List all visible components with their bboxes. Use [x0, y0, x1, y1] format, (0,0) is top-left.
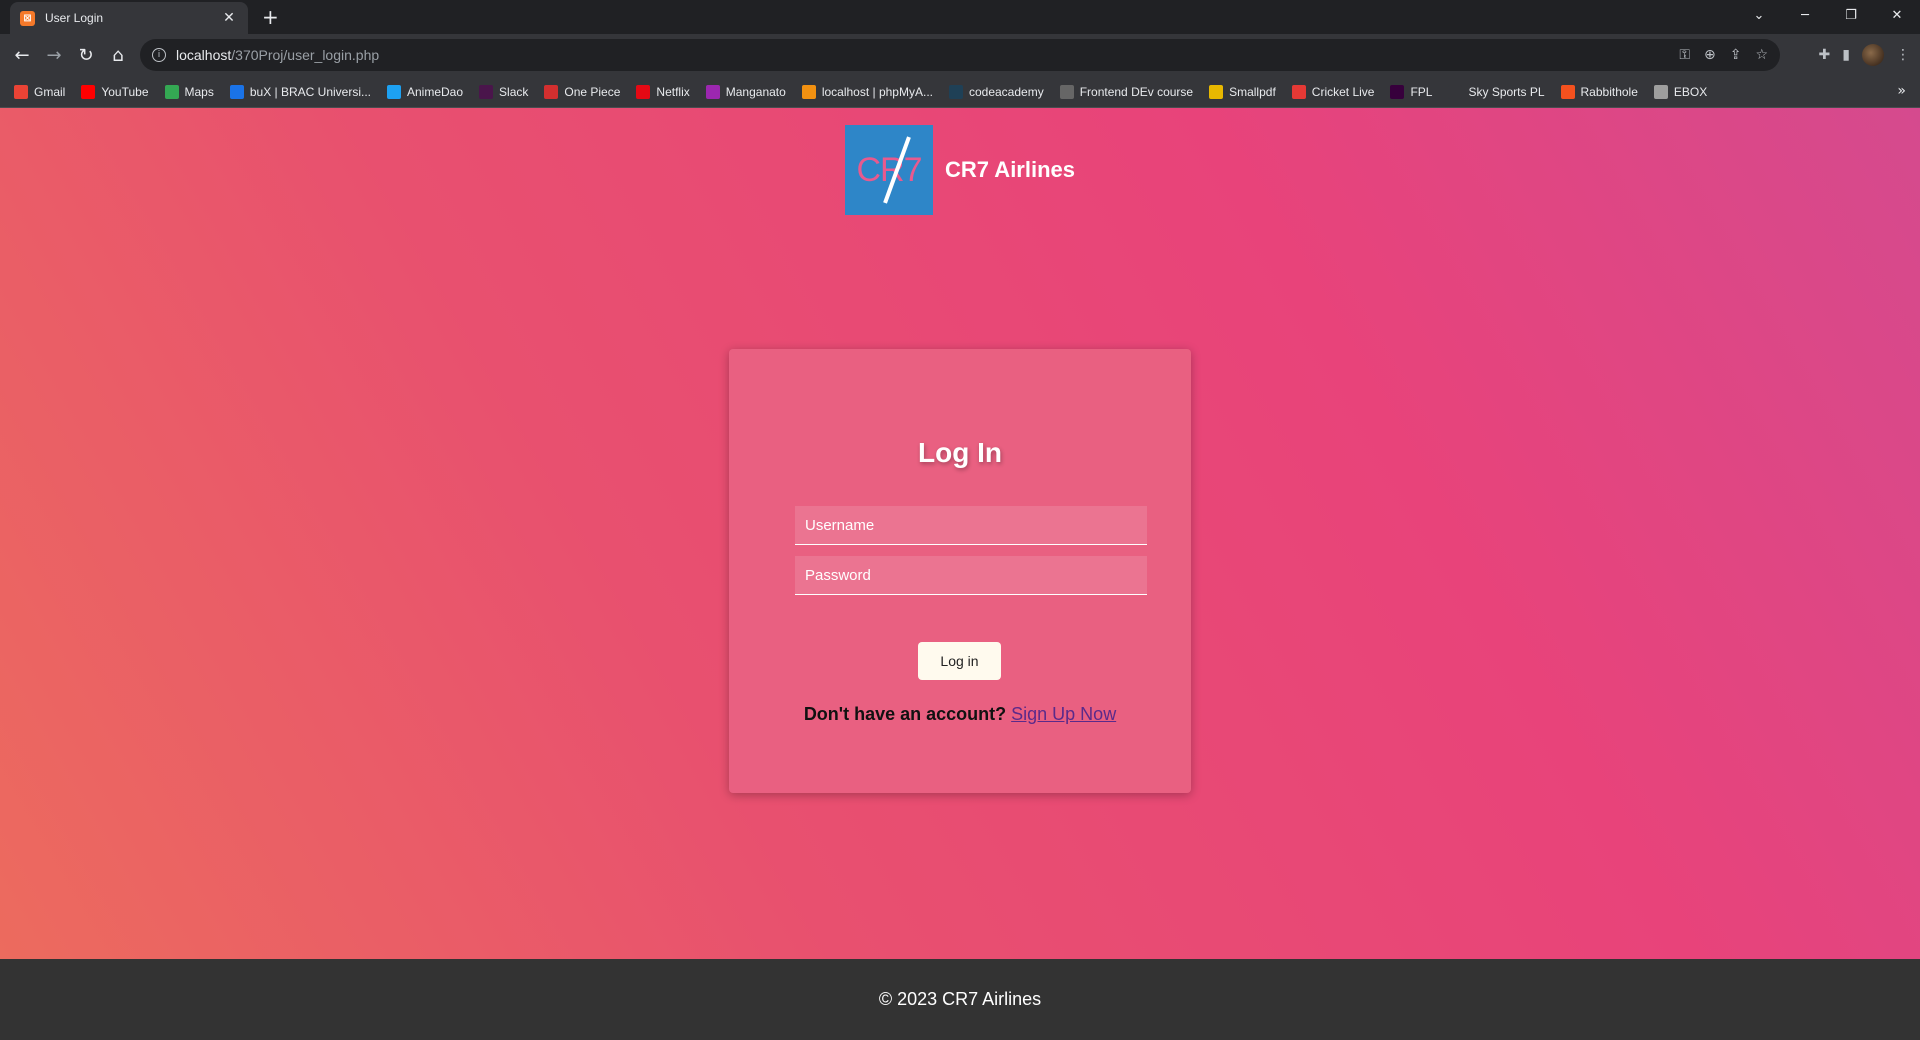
new-tab-button[interactable]: + — [262, 5, 279, 29]
tab-strip: ⊠ User Login ✕ + ⌄ ─ ❐ ✕ — [0, 0, 1920, 34]
bookmark-favicon-icon — [1560, 84, 1575, 99]
bookmark-label: Rabbithole — [1580, 84, 1638, 99]
bookmark-item[interactable]: Maps — [164, 84, 214, 99]
bookmark-favicon-icon — [1059, 84, 1074, 99]
bookmark-item[interactable]: Rabbithole — [1560, 84, 1638, 99]
browser-toolbar: ← → ↻ ⌂ i localhost /370Proj/user_login.… — [0, 34, 1920, 76]
bookmark-favicon-icon — [801, 84, 816, 99]
key-icon[interactable]: ⚿ — [1679, 47, 1690, 63]
brand-name: CR7 Airlines — [945, 157, 1076, 182]
bookmark-item[interactable]: YouTube — [81, 84, 149, 99]
zoom-icon[interactable]: ⊕ — [1704, 47, 1716, 63]
bookmark-label: AnimeDao — [407, 84, 464, 99]
signup-question: Don't have an account? — [803, 704, 1007, 724]
bookmark-item[interactable]: Netflix — [636, 84, 690, 99]
bookmark-favicon-icon — [1390, 84, 1405, 99]
login-button[interactable]: Log in — [918, 642, 1001, 680]
bookmark-label: EBOX — [1673, 84, 1708, 99]
footer-copyright: © 2023 CR7 Airlines — [878, 989, 1042, 1009]
tab-search-icon[interactable]: ⌄ — [1736, 0, 1782, 30]
bookmark-item[interactable]: codeacademy — [948, 84, 1044, 99]
bookmark-favicon-icon — [636, 84, 651, 99]
bookmark-label: codeacademy — [968, 84, 1044, 99]
bookmark-favicon-icon — [544, 84, 559, 99]
bookmark-label: Gmail — [34, 84, 66, 99]
bookmark-label: localhost | phpMyA... — [821, 84, 933, 99]
bookmark-item[interactable]: Manganato — [705, 84, 786, 99]
bookmark-label: Smallpdf — [1229, 84, 1276, 99]
bookmarks-bar: Gmail YouTube Maps buX | BRAC Universi... An… — [0, 76, 1920, 108]
window-controls: ⌄ ─ ❐ ✕ — [1736, 0, 1920, 30]
bookmark-label: Netflix — [656, 84, 690, 99]
forward-icon[interactable]: → — [38, 39, 70, 71]
bookmark-label: Manganato — [725, 84, 786, 99]
back-icon[interactable]: ← — [6, 39, 38, 71]
bookmark-item[interactable]: Cricket Live — [1291, 84, 1375, 99]
username-input[interactable] — [795, 506, 1147, 545]
bookmark-label: Slack — [499, 84, 529, 99]
url-path: /370Proj/user_login.php — [231, 47, 380, 63]
bookmark-item[interactable]: FPL — [1390, 84, 1433, 99]
bookmark-label: YouTube — [101, 84, 149, 99]
bookmark-item[interactable]: One Piece — [544, 84, 621, 99]
bookmark-favicon-icon — [229, 84, 244, 99]
reload-icon[interactable]: ↻ — [70, 39, 102, 71]
bookmark-item[interactable]: Frontend DEv course — [1059, 84, 1194, 99]
bookmark-favicon-icon — [479, 84, 494, 99]
url-host: localhost — [176, 47, 232, 63]
star-icon[interactable]: ☆ — [1755, 47, 1768, 63]
password-input[interactable] — [795, 556, 1147, 595]
address-bar[interactable]: i localhost /370Proj/user_login.php ⚿ ⊕ … — [140, 39, 1780, 71]
bookmark-favicon-icon — [387, 84, 401, 99]
bookmark-label: Maps — [184, 84, 214, 99]
bookmark-favicon-icon — [164, 84, 179, 99]
bookmark-item[interactable]: localhost | phpMyA... — [801, 84, 933, 99]
signup-link[interactable]: Sign Up Now — [1011, 704, 1116, 724]
bookmark-item[interactable]: Sky Sports PL — [1448, 84, 1545, 99]
xampp-icon: ⊠ — [20, 10, 35, 26]
puzzle-icon[interactable]: ✚ — [1819, 47, 1831, 63]
bookmark-favicon-icon — [1209, 84, 1224, 99]
logo[interactable]: CR7 — [845, 125, 933, 215]
minimize-button[interactable]: ─ — [1782, 0, 1828, 30]
bookmark-item[interactable]: Gmail — [14, 84, 66, 99]
footer: © 2023 CR7 Airlines — [0, 959, 1920, 1040]
more-bookmarks-icon[interactable]: » — [1897, 83, 1906, 99]
bookmark-item[interactable]: Slack — [479, 84, 529, 99]
bookmark-favicon-icon — [81, 84, 96, 99]
site-header: CR7 CR7 Airlines — [845, 125, 1075, 215]
bookmark-favicon-icon — [1448, 84, 1463, 99]
bookmark-label: Frontend DEv course — [1079, 84, 1194, 99]
tab-title: User Login — [45, 11, 104, 25]
extension-area: ✚ ▮ ⋮ — [1819, 39, 1910, 71]
share-icon[interactable]: ⇪ — [1730, 47, 1742, 63]
signup-prompt: Don't have an account? Sign Up Now — [729, 704, 1191, 725]
bookmark-item[interactable]: EBOX — [1653, 84, 1708, 99]
info-icon[interactable]: i — [152, 48, 166, 62]
bookmark-item[interactable]: buX | BRAC Universi... — [229, 84, 371, 99]
bookmark-favicon-icon — [705, 84, 720, 99]
side-panel-icon[interactable]: ▮ — [1842, 47, 1850, 63]
close-icon[interactable]: ✕ — [220, 10, 238, 26]
login-card: Log In Log in Don't have an account? Sig… — [729, 349, 1191, 793]
login-title: Log In — [918, 437, 1002, 468]
bookmark-favicon-icon — [14, 84, 28, 99]
tab-active[interactable]: ⊠ User Login ✕ — [10, 2, 248, 34]
avatar[interactable] — [1862, 44, 1884, 66]
window-close-button[interactable]: ✕ — [1874, 0, 1920, 30]
home-icon[interactable]: ⌂ — [102, 39, 134, 71]
bookmark-label: One Piece — [564, 84, 621, 99]
bookmark-label: FPL — [1410, 84, 1433, 99]
restore-button[interactable]: ❐ — [1828, 0, 1874, 30]
bookmark-label: Sky Sports PL — [1468, 84, 1545, 99]
bookmark-label: Cricket Live — [1311, 84, 1375, 99]
bookmark-favicon-icon — [1653, 84, 1668, 99]
bookmark-favicon-icon — [1291, 84, 1306, 99]
menu-icon[interactable]: ⋮ — [1896, 47, 1910, 63]
bookmark-item[interactable]: AnimeDao — [387, 84, 464, 99]
bookmark-item[interactable]: Smallpdf — [1209, 84, 1276, 99]
bookmark-favicon-icon — [948, 84, 963, 99]
bookmark-label: buX | BRAC Universi... — [249, 84, 371, 99]
page-body: CR7 CR7 Airlines Log In Log in Don't hav… — [0, 108, 1920, 959]
